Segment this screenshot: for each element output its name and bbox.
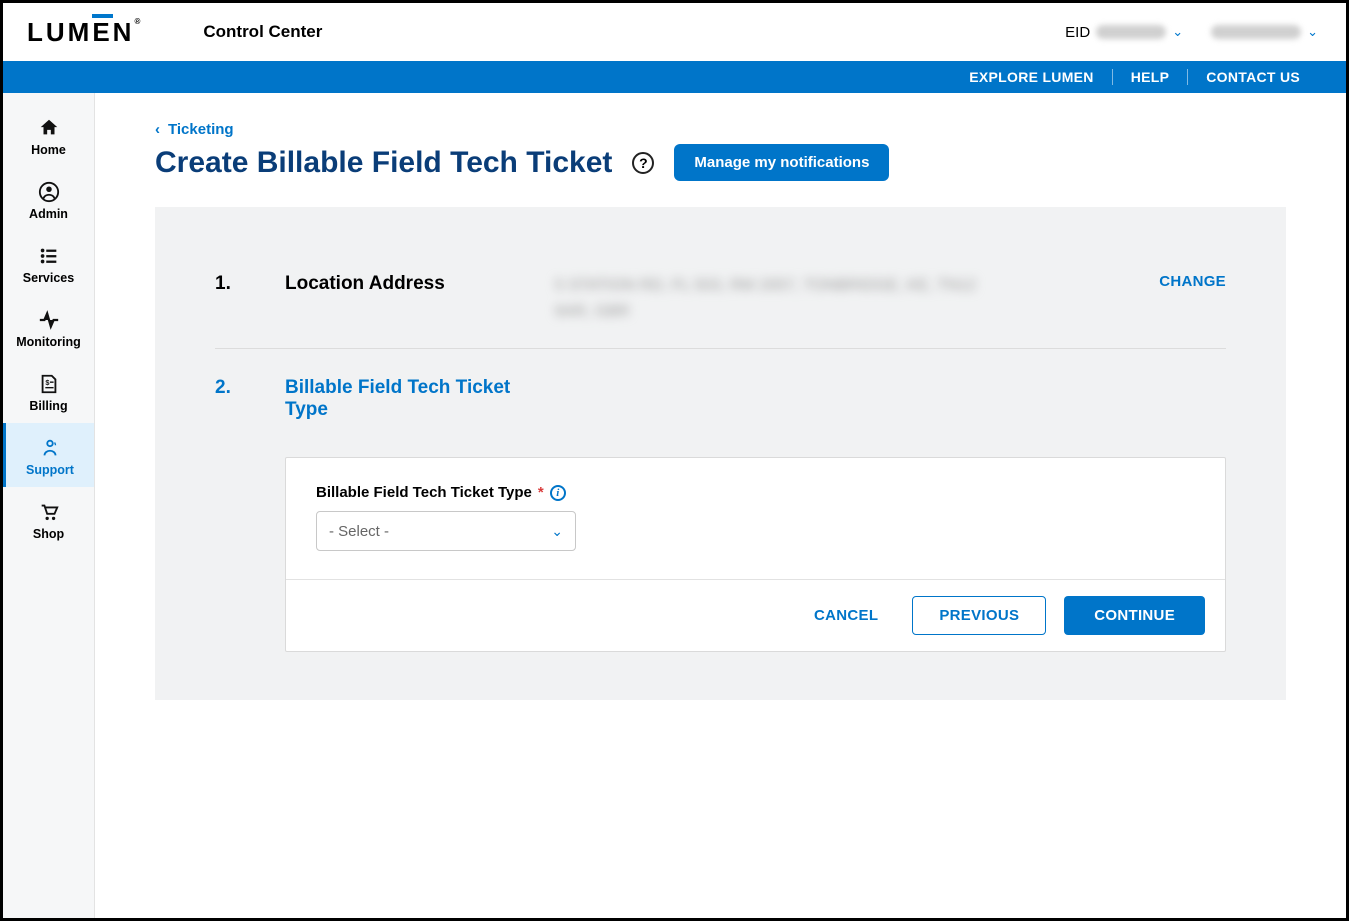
sidebar: Home Admin Services Monitoring $ Billing: [3, 93, 95, 918]
sidebar-item-admin[interactable]: Admin: [3, 167, 94, 231]
required-asterisk: *: [538, 484, 544, 501]
sidebar-item-shop[interactable]: Shop: [3, 487, 94, 551]
chevron-down-icon: ⌄: [1172, 24, 1183, 40]
sidebar-item-label: Admin: [29, 207, 68, 221]
breadcrumb-label: Ticketing: [168, 121, 234, 138]
change-address-link[interactable]: CHANGE: [1159, 273, 1226, 290]
ticket-type-form-body: Billable Field Tech Ticket Type * i - Se…: [286, 458, 1225, 579]
ticket-type-label-text: Billable Field Tech Ticket Type: [316, 484, 532, 501]
sidebar-item-label: Billing: [29, 399, 67, 413]
main-content: ‹ Ticketing Create Billable Field Tech T…: [95, 93, 1346, 918]
sidebar-item-billing[interactable]: $ Billing: [3, 359, 94, 423]
page-title: Create Billable Field Tech Ticket: [155, 146, 612, 180]
topbar-left: LUMEN® Control Center: [27, 17, 322, 48]
nav-explore-lumen[interactable]: EXPLORE LUMEN: [951, 69, 1111, 85]
logo: LUMEN®: [27, 17, 143, 48]
sidebar-item-label: Shop: [33, 527, 64, 541]
help-icon[interactable]: ?: [632, 152, 654, 174]
previous-button[interactable]: PREVIOUS: [912, 596, 1046, 635]
sidebar-item-services[interactable]: Services: [3, 231, 94, 295]
user-dropdown[interactable]: ⌄: [1211, 24, 1318, 40]
svg-text:$: $: [45, 378, 49, 387]
step-2-row: 2. Billable Field Tech Ticket Type: [215, 359, 1226, 439]
nav-contact-us[interactable]: CONTACT US: [1187, 69, 1318, 85]
shell: Home Admin Services Monitoring $ Billing: [3, 93, 1346, 918]
ticket-type-label: Billable Field Tech Ticket Type * i: [316, 484, 1195, 501]
sidebar-item-home[interactable]: Home: [3, 103, 94, 167]
step-1-row: 1. Location Address 5 STATION RD, FL 503…: [215, 255, 1226, 342]
continue-button[interactable]: CONTINUE: [1064, 596, 1205, 635]
manage-notifications-button[interactable]: Manage my notifications: [674, 144, 889, 181]
info-icon[interactable]: i: [550, 485, 566, 501]
chevron-left-icon: ‹: [155, 121, 160, 138]
invoice-icon: $: [38, 373, 60, 395]
form-footer: CANCEL PREVIOUS CONTINUE: [286, 579, 1225, 651]
page-header: Create Billable Field Tech Ticket ? Mana…: [155, 144, 1286, 181]
eid-label: EID: [1065, 24, 1090, 41]
chevron-down-icon: ⌄: [1307, 24, 1318, 40]
step-1-number: 1.: [215, 273, 245, 295]
top-bar: LUMEN® Control Center EID ⌄ ⌄: [3, 3, 1346, 61]
sidebar-item-label: Services: [23, 271, 74, 285]
sidebar-item-label: Monitoring: [16, 335, 81, 349]
eid-value-blurred: [1096, 25, 1166, 39]
topbar-right: EID ⌄ ⌄: [1065, 24, 1318, 41]
cancel-button[interactable]: CANCEL: [798, 597, 894, 634]
eid-dropdown[interactable]: EID ⌄: [1065, 24, 1183, 41]
location-address-value: 5 STATION RD, FL 503, RM 2057, TONBRIDGE…: [555, 273, 1015, 324]
home-icon: [38, 117, 60, 139]
activity-icon: [38, 309, 60, 331]
support-icon: [39, 437, 61, 459]
sidebar-item-monitoring[interactable]: Monitoring: [3, 295, 94, 359]
nav-strip: EXPLORE LUMEN HELP CONTACT US: [3, 61, 1346, 93]
user-icon: [38, 181, 60, 203]
nav-help[interactable]: HELP: [1112, 69, 1188, 85]
sidebar-item-support[interactable]: Support: [3, 423, 94, 487]
breadcrumb-back[interactable]: ‹ Ticketing: [155, 121, 1286, 138]
chevron-down-icon: ⌄: [551, 523, 563, 540]
step-1-title: Location Address: [285, 273, 515, 295]
ticket-type-panel: Billable Field Tech Ticket Type * i - Se…: [285, 457, 1226, 652]
app-title: Control Center: [203, 22, 322, 42]
step-1-body: 5 STATION RD, FL 503, RM 2057, TONBRIDGE…: [555, 273, 1226, 324]
sidebar-item-label: Support: [26, 463, 74, 477]
cart-icon: [38, 501, 60, 523]
form-card: 1. Location Address 5 STATION RD, FL 503…: [155, 207, 1286, 700]
sidebar-item-label: Home: [31, 143, 66, 157]
list-icon: [38, 245, 60, 267]
ticket-type-select[interactable]: - Select - ⌄: [316, 511, 576, 551]
step-2-title: Billable Field Tech Ticket Type: [285, 377, 515, 421]
divider: [215, 348, 1226, 349]
user-name-blurred: [1211, 25, 1301, 39]
select-placeholder: - Select -: [329, 523, 389, 540]
step-2-number: 2.: [215, 377, 245, 399]
